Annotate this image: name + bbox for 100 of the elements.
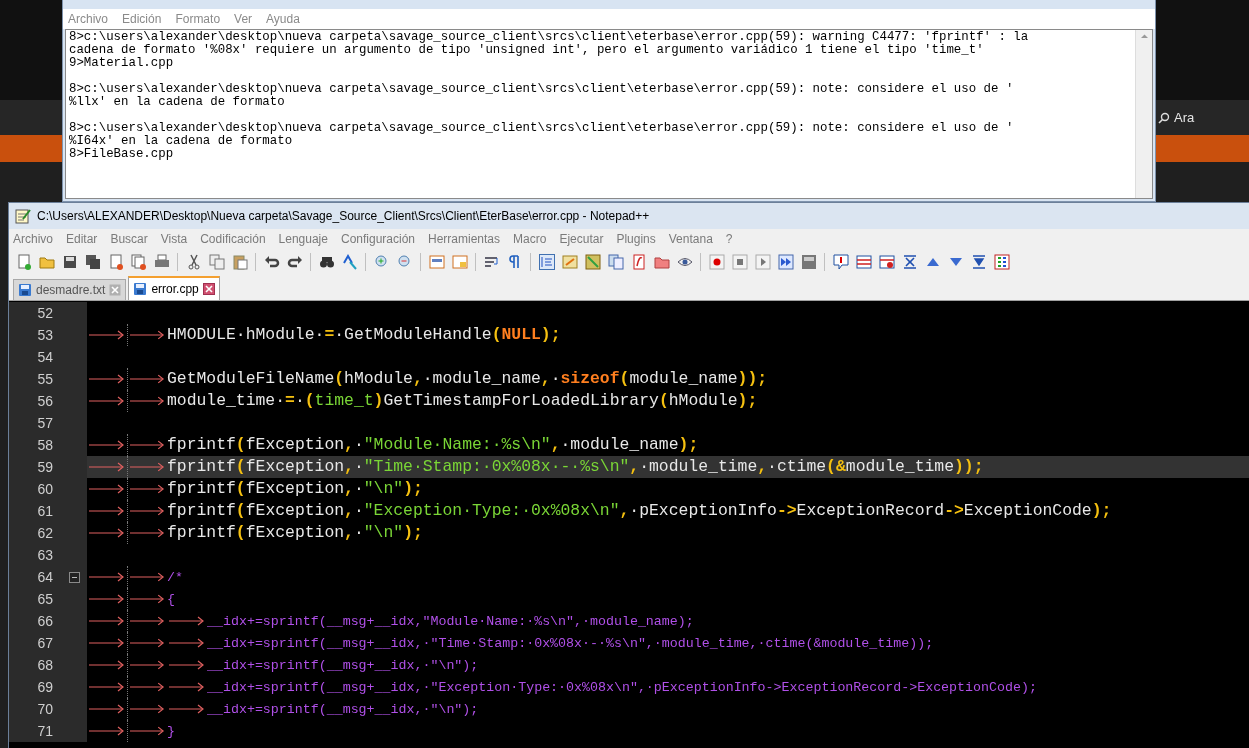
menu-item[interactable]: Edición bbox=[122, 10, 162, 28]
line-number: 69 bbox=[36, 677, 53, 697]
text-line: 8>c:\users\alexander\desktop\nueva carpeta\savage_source_client\srcs\client\eterbase\error.cpp(59): note: considere el uso de ' bbox=[69, 83, 1015, 96]
menu-item[interactable]: Plugins bbox=[616, 230, 656, 248]
fast-forward-icon[interactable] bbox=[777, 254, 794, 270]
code-text: __idx+=sprintf(__msg+__idx,·"Time·Stamp:·0x%08x·-·%s\n",·module_time,·ctime(&module_time)); bbox=[207, 634, 934, 653]
save-icon[interactable] bbox=[61, 254, 78, 270]
menu-item[interactable]: Ventana bbox=[668, 230, 713, 248]
binoculars-icon[interactable] bbox=[318, 254, 335, 270]
fold-icon[interactable] bbox=[68, 571, 80, 583]
file-tab[interactable]: error.cpp bbox=[128, 276, 220, 300]
code-text: __idx+=sprintf(__msg+__idx,·"\n"); bbox=[207, 656, 479, 675]
code-text: fprintf(fException,·"Exception·Type:·0x%08x\n",·pExceptionInfo->ExceptionRecord->ExceptionCode); bbox=[167, 499, 1112, 522]
comment-icon[interactable] bbox=[832, 254, 849, 270]
save-icon bbox=[133, 282, 148, 296]
line-number: 67 bbox=[36, 633, 53, 653]
line-number: 57 bbox=[36, 413, 53, 433]
record-icon[interactable] bbox=[708, 254, 725, 270]
menu-item[interactable]: Lenguaje bbox=[278, 230, 328, 248]
line-number: 54 bbox=[36, 347, 53, 367]
menu-item[interactable]: Formato bbox=[175, 10, 221, 28]
code-text: fprintf(fException,·"Module·Name:·%s\n",·module_name); bbox=[167, 433, 699, 456]
tab-arrow-icon bbox=[127, 478, 167, 500]
tab-arrow-icon bbox=[127, 456, 167, 478]
menu-item[interactable]: Editar bbox=[66, 230, 98, 248]
text-line: 9>Material.cpp bbox=[69, 57, 175, 70]
text-line: %llx' en la cadena de formato bbox=[69, 96, 285, 109]
paste-icon[interactable] bbox=[231, 254, 248, 270]
new-file-icon[interactable] bbox=[15, 254, 32, 270]
line-number: 65 bbox=[36, 589, 53, 609]
line-number: 59 bbox=[36, 457, 53, 477]
menu-item[interactable]: Vista bbox=[160, 230, 188, 248]
code-text: HMODULE·hModule·=·GetModuleHandle(NULL); bbox=[167, 323, 561, 346]
line-number: 62 bbox=[36, 523, 53, 543]
menu-item[interactable]: Buscar bbox=[110, 230, 148, 248]
line-number: 55 bbox=[36, 369, 53, 389]
folder-icon[interactable] bbox=[38, 254, 55, 270]
redo-icon[interactable] bbox=[286, 254, 303, 270]
tab-arrow-icon bbox=[127, 522, 167, 544]
line-number: 61 bbox=[36, 501, 53, 521]
close-all-icon[interactable] bbox=[130, 254, 147, 270]
search-label[interactable]: Ara bbox=[1174, 108, 1195, 128]
cut-icon[interactable] bbox=[185, 254, 202, 270]
search-icon[interactable] bbox=[1158, 111, 1170, 124]
tab-arrow-icon bbox=[127, 500, 167, 522]
scroll-up-icon[interactable] bbox=[1140, 32, 1149, 41]
menu-item[interactable]: Codificación bbox=[200, 230, 266, 248]
tab-arrow-icon bbox=[127, 390, 167, 412]
tab-arrow-icon bbox=[127, 676, 167, 698]
close-file-icon[interactable] bbox=[107, 254, 124, 270]
text-line: 8>c:\users\alexander\desktop\nueva carpeta\savage_source_client\srcs\client\eterbase\error.cpp(59): note: considere el uso de ' bbox=[69, 122, 1015, 135]
save-all-icon[interactable] bbox=[84, 254, 101, 270]
play-icon[interactable] bbox=[754, 254, 771, 270]
menu-item[interactable]: Macro bbox=[513, 230, 547, 248]
save-icon bbox=[18, 283, 32, 297]
word-wrap-icon[interactable] bbox=[483, 254, 500, 270]
menu-item[interactable]: Archivo bbox=[13, 230, 53, 248]
tab-arrow-icon bbox=[127, 610, 167, 632]
tab-arrow-icon bbox=[127, 566, 167, 588]
line-number: 58 bbox=[36, 435, 53, 455]
line-number: 53 bbox=[36, 325, 53, 345]
scrollbar[interactable] bbox=[1135, 30, 1152, 198]
line-number: 66 bbox=[36, 611, 53, 631]
menu-item[interactable]: Ayuda bbox=[266, 10, 300, 28]
file-tab[interactable]: desmadre.txt bbox=[13, 279, 127, 300]
text-line: cadena de formato '%08x' requiere un argumento de tipo 'unsigned int', pero el argumento variádico 1 tiene el tipo 'time_t' bbox=[69, 44, 984, 57]
close-icon[interactable] bbox=[202, 283, 215, 295]
tab-arrow-icon bbox=[127, 698, 167, 720]
menu-item[interactable]: Ejecutar bbox=[559, 230, 604, 248]
code-text: fprintf(fException,·"\n"); bbox=[167, 477, 423, 500]
text-line: 8>FileBase.cpp bbox=[69, 148, 175, 161]
text-line: %I64x' en la cadena de formato bbox=[69, 135, 293, 148]
table-icon[interactable] bbox=[855, 254, 872, 270]
tab-arrow-icon bbox=[127, 720, 167, 742]
code-text: GetModuleFileName(hModule,·module_name,·sizeof(module_name)); bbox=[167, 367, 768, 390]
line-number: 70 bbox=[36, 699, 53, 719]
zoom-out-icon[interactable] bbox=[396, 254, 413, 270]
line-number: 52 bbox=[36, 303, 53, 323]
tab-arrow-icon bbox=[127, 324, 167, 346]
print-icon[interactable] bbox=[153, 254, 170, 270]
menu-item[interactable]: Ver bbox=[234, 10, 253, 28]
window-title: C:\Users\ALEXANDER\Desktop\Nueva carpeta\Savage_Source_Client\Srcs\Client\EterBase\error.cpp - Notepad++ bbox=[37, 208, 650, 225]
text-area[interactable] bbox=[65, 29, 1153, 199]
document-list-icon[interactable] bbox=[607, 254, 624, 270]
undo-icon[interactable] bbox=[263, 254, 280, 270]
code-text: /* bbox=[167, 568, 183, 587]
stop-icon[interactable] bbox=[731, 254, 748, 270]
tab-arrow-icon bbox=[127, 368, 167, 390]
menu-item[interactable]: Configuración bbox=[340, 230, 415, 248]
menu-item[interactable]: Herramientas bbox=[428, 230, 501, 248]
text-line: 8>c:\users\alexander\desktop\nueva carpeta\savage_source_client\srcs\client\eterbase\error.cpp(59): warning C4477: 'fprintf' : la bbox=[69, 31, 1030, 44]
menu-item[interactable]: ? bbox=[725, 230, 733, 248]
table-remove-icon[interactable] bbox=[878, 254, 895, 270]
line-number: 71 bbox=[36, 721, 53, 741]
menu-item[interactable]: Archivo bbox=[68, 10, 108, 28]
zoom-in-icon[interactable] bbox=[373, 254, 390, 270]
tab-arrow-icon bbox=[127, 654, 167, 676]
copy-icon[interactable] bbox=[208, 254, 225, 270]
tab-arrow-icon bbox=[127, 632, 167, 654]
tab-arrow-icon bbox=[127, 588, 167, 610]
